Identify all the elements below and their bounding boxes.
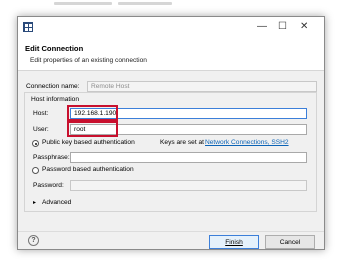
network-connections-link[interactable]: Network Connections, SSH2 [205,139,289,146]
help-icon[interactable]: ? [28,235,39,246]
title-bar: — ☐ ✕ [18,17,324,38]
password-label: Password: [33,182,64,189]
host-highlight-box [67,105,118,121]
advanced-expand-icon[interactable]: ▸ [33,199,36,206]
edit-connection-dialog: — ☐ ✕ Edit Connection Edit properties of… [17,16,325,250]
dialog-subtitle: Edit properties of an existing connectio… [30,57,147,64]
minimize-button[interactable]: — [257,21,267,33]
host-label: Host: [33,110,49,117]
footer-divider [18,231,324,232]
passphrase-input[interactable] [70,152,307,163]
app-icon [23,22,33,32]
dialog-title: Edit Connection [25,44,84,53]
password-auth-label: Password based authentication [42,166,134,173]
dialog-header: Edit Connection Edit properties of an ex… [18,38,324,71]
connection-name-label: Connection name: [26,83,80,90]
cancel-button[interactable]: Cancel [265,235,315,249]
close-button[interactable]: ✕ [300,21,308,33]
background-blurred-text [54,2,112,5]
passphrase-label: Passphrase: [33,154,70,161]
maximize-button[interactable]: ☐ [278,21,287,33]
host-information-label: Host information [31,96,80,103]
connection-name-field: Remote Host [87,81,317,92]
password-auth-radio[interactable] [32,167,39,174]
user-highlight-box [67,121,118,137]
advanced-label[interactable]: Advanced [42,199,71,206]
cancel-button-label: Cancel [279,238,301,246]
finish-button[interactable]: Finish [209,235,259,249]
public-key-radio[interactable] [32,140,39,147]
background-blurred-text [118,2,172,5]
password-input [70,180,307,191]
keys-set-at-label: Keys are set at [160,139,204,146]
finish-button-label: Finish [225,238,243,246]
user-label: User: [33,126,49,133]
public-key-auth-label: Public key based authentication [42,139,135,146]
